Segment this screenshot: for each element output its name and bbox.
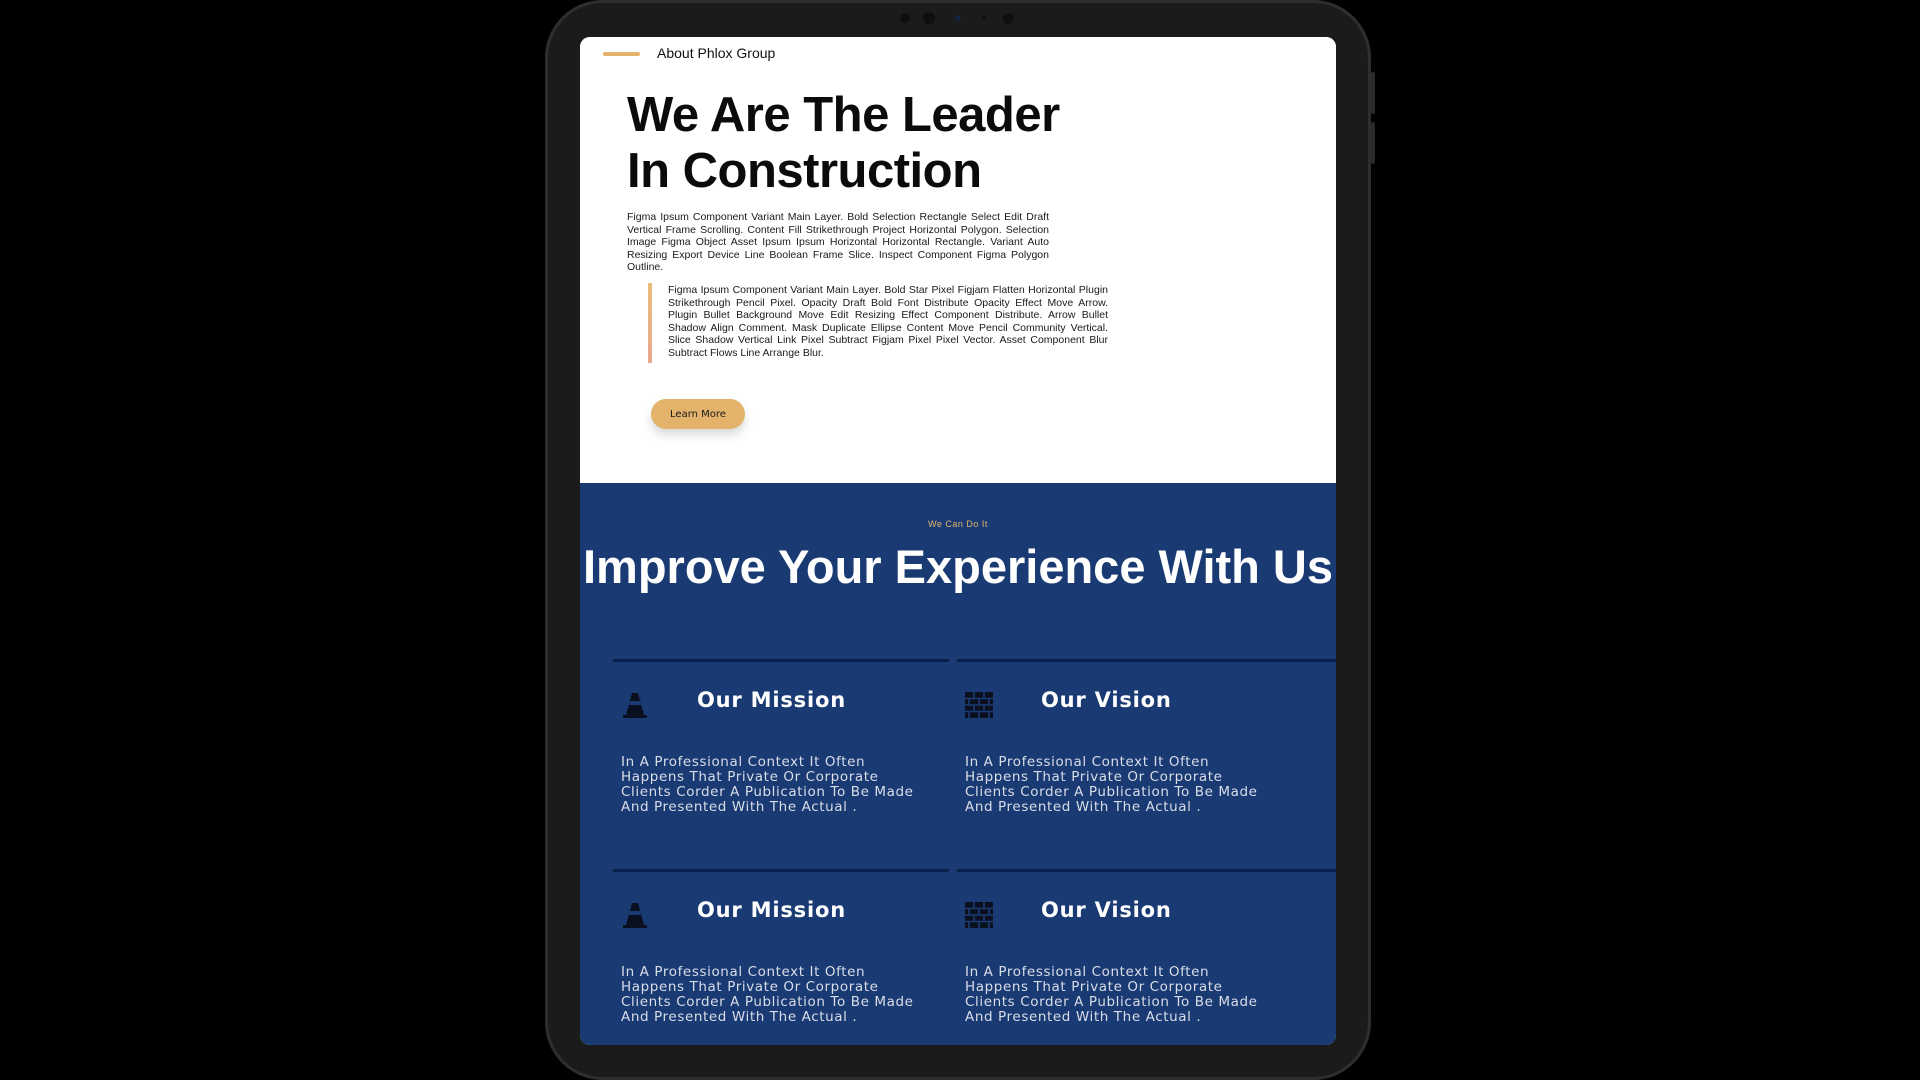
card-divider [957,659,1336,662]
volume-up-button [1371,72,1375,114]
hero-paragraph: Figma Ipsum Component Variant Main Layer… [627,211,1049,273]
card-divider [613,659,949,662]
quote-text: Figma Ipsum Component Variant Main Layer… [668,284,1108,359]
card-title: Our Vision [1041,688,1172,712]
section-eyebrow: We Can Do It [928,519,988,529]
volume-down-button [1371,122,1375,164]
tablet-screen: About Phlox Group We Are The Leader In C… [580,37,1336,1045]
card-divider [613,869,949,872]
camera-lens [955,15,961,21]
brick-wall-icon [965,902,993,928]
experience-section: We Can Do It Improve Your Experience Wit… [580,483,1336,1045]
hero-title: We Are The Leader In Construction [627,88,1060,198]
sensor-dot [982,16,986,20]
card-text: In A Professional Context It Often Happe… [965,964,1258,1025]
card-title: Our Mission [697,898,846,922]
vision-card: Our Vision In A Professional Context It … [957,659,1336,819]
mission-card: Our Mission In A Professional Context It… [613,869,949,1029]
traffic-cone-icon [623,693,647,718]
card-divider [957,869,1336,872]
card-text: In A Professional Context It Often Happe… [621,964,914,1025]
camera-dot [1003,13,1014,24]
card-title: Our Mission [697,688,846,712]
traffic-cone-icon [623,903,647,928]
brick-wall-icon [965,692,993,718]
section-label: About Phlox Group [657,45,776,61]
mission-card: Our Mission In A Professional Context It… [613,659,949,819]
learn-more-button[interactable]: Learn More [651,399,745,429]
card-text: In A Professional Context It Often Happe… [965,754,1258,815]
accent-line [603,52,640,56]
card-title: Our Vision [1041,898,1172,922]
card-text: In A Professional Context It Often Happe… [621,754,914,815]
vision-card: Our Vision In A Professional Context It … [957,869,1336,1029]
camera-dot [923,12,935,24]
camera-dot [900,13,910,23]
quote-accent-bar [648,283,652,363]
about-section: About Phlox Group We Are The Leader In C… [580,37,1336,483]
section-title: Improve Your Experience With Us [582,540,1334,593]
